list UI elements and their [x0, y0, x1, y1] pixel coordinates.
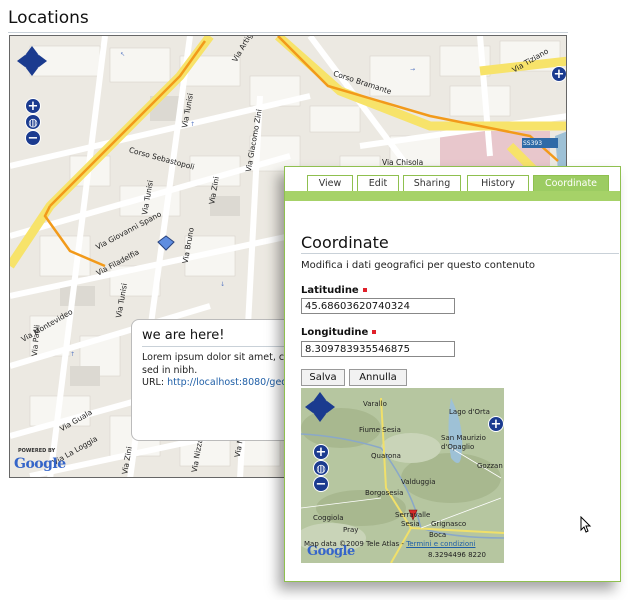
place-label: Pray	[343, 526, 359, 534]
place-label: Borgosesia	[365, 489, 404, 497]
tab-coordinate[interactable]: Coordinate	[533, 175, 609, 192]
powered-by-label: POWERED BY	[18, 448, 56, 454]
terrain-map[interactable]: + ◍ − + Varallo Lago d'Orta Fiume Sesia …	[301, 388, 504, 563]
cancel-button[interactable]: Annulla	[349, 369, 407, 386]
info-window-link[interactable]: http://localhost:8080/geo	[167, 377, 287, 388]
zoom-in-icon[interactable]: +	[313, 444, 329, 460]
google-logo[interactable]: Google	[14, 456, 66, 472]
place-label: Gozzan	[477, 462, 503, 470]
info-window-body: Lorem ipsum dolor sit amet, co sed in ni…	[142, 352, 290, 376]
required-icon	[362, 288, 367, 292]
zoom-out-icon[interactable]: −	[25, 130, 41, 146]
info-window-url-row: URL: http://localhost:8080/geo	[142, 377, 295, 388]
longitude-label-text: Longitudine	[301, 327, 369, 338]
url-label: URL:	[142, 377, 165, 388]
place-label: Sesia	[401, 520, 420, 528]
globe-icon[interactable]: ◍	[25, 114, 41, 130]
longitude-input[interactable]	[301, 341, 455, 357]
pan-control-icon[interactable]	[305, 392, 335, 422]
map-scale: 8.3294496 8220	[428, 551, 486, 559]
place-label: Lago d'Orta	[449, 408, 490, 416]
tab-view[interactable]: View	[307, 175, 353, 191]
svg-text:↑: ↑	[70, 351, 75, 358]
svg-text:↑: ↑	[190, 121, 195, 128]
page: Locations ↖ ↑ ↑ ↓ → Via Tunisi Via Tunis…	[0, 0, 628, 600]
tab-underline	[285, 191, 620, 201]
map-data-text: Map data ©2009 Tele Atlas -	[304, 540, 404, 548]
locations-title: Locations	[8, 8, 89, 28]
place-label: Quarona	[371, 452, 401, 460]
map-attribution: Map data ©2009 Tele Atlas - Termini e co…	[304, 540, 475, 548]
place-label: Varallo	[363, 400, 387, 408]
road-sign: SS393	[523, 140, 543, 147]
place-label: Valduggia	[401, 478, 436, 486]
coordinate-edit-panel: View Edit Sharing History Coordinate Coo…	[284, 166, 621, 582]
svg-text:↓: ↓	[220, 281, 225, 288]
longitude-label: Longitudine	[301, 327, 377, 338]
heading-divider	[301, 253, 619, 254]
globe-icon[interactable]: ◍	[313, 460, 329, 476]
terms-link[interactable]: Termini e condizioni	[406, 540, 475, 548]
tab-history[interactable]: History	[467, 175, 529, 191]
place-label: Boca	[429, 531, 447, 539]
place-label: San Maurizio d'Opaglio	[441, 434, 486, 451]
latitude-label: Latitudine	[301, 285, 367, 296]
mouse-cursor-icon	[580, 516, 592, 533]
place-label: Grignasco	[431, 520, 467, 528]
info-window-title: we are here!	[142, 328, 295, 347]
panel-description: Modifica i dati geografici per questo co…	[301, 260, 536, 271]
latitude-label-text: Latitudine	[301, 285, 359, 296]
info-window: we are here! Lorem ipsum dolor sit amet,…	[131, 319, 306, 441]
tab-edit[interactable]: Edit	[357, 175, 399, 191]
latitude-input[interactable]	[301, 298, 455, 314]
pan-control-icon[interactable]	[17, 46, 47, 76]
svg-text:↖: ↖	[120, 51, 125, 58]
zoom-in-icon[interactable]: +	[25, 98, 41, 114]
place-label: Fiume Sesia	[359, 426, 401, 434]
tab-sharing[interactable]: Sharing	[403, 175, 461, 191]
panel-heading: Coordinate	[301, 233, 389, 252]
zoom-out-icon[interactable]: −	[313, 476, 329, 492]
svg-text:→: →	[410, 66, 415, 73]
place-label: Serravalle	[395, 511, 431, 519]
place-label: Coggiola	[313, 514, 344, 522]
title-divider	[8, 32, 568, 33]
required-icon	[372, 330, 377, 334]
save-button[interactable]: Salva	[301, 369, 345, 386]
map-expand-icon[interactable]: +	[488, 416, 504, 432]
map-expand-icon[interactable]: +	[551, 66, 566, 82]
